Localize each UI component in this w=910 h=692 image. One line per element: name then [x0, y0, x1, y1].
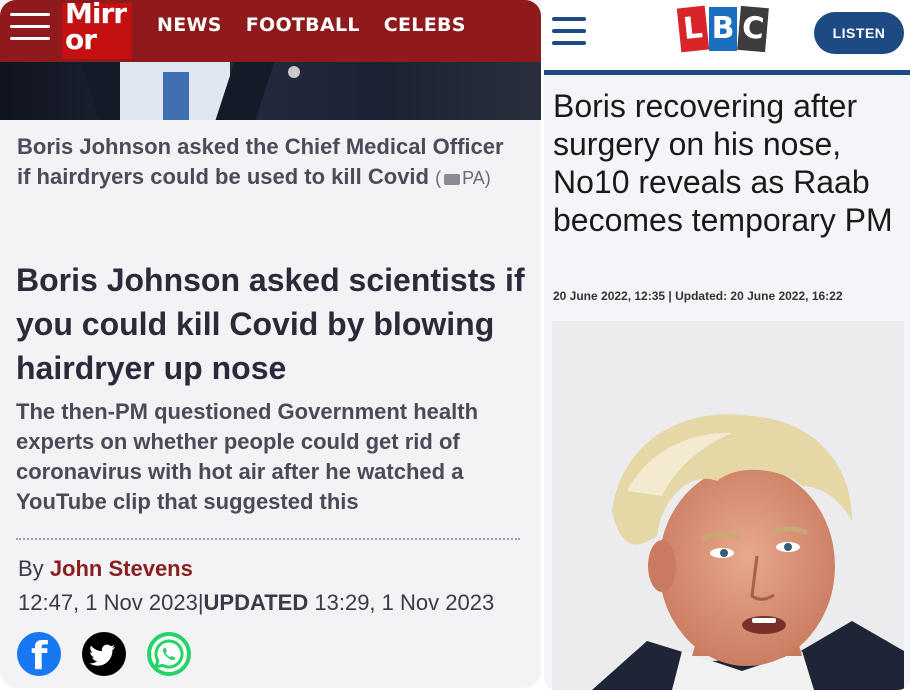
lbc-logo[interactable]: L B C: [676, 5, 769, 53]
camera-icon: [444, 174, 461, 185]
menu-icon[interactable]: [10, 13, 50, 45]
author-link[interactable]: John Stevens: [50, 556, 193, 581]
mirror-nav: NEWS FOOTBALL CELEBS: [157, 14, 466, 36]
lbc-article-panel: L B C LISTEN Boris recovering after surg…: [544, 0, 910, 690]
nav-news[interactable]: NEWS: [157, 14, 222, 36]
byline: By John Stevens: [18, 556, 193, 581]
facebook-icon[interactable]: f: [17, 632, 61, 678]
image-caption: Boris Johnson asked the Chief Medical Of…: [17, 134, 504, 189]
updated-label: UPDATED: [203, 590, 309, 615]
article-photo: [552, 321, 904, 690]
updated-time: 13:29, 1 Nov 2023: [314, 590, 495, 615]
article-headline: Boris recovering after surgery on his no…: [553, 88, 893, 238]
photo-credit: PA: [462, 168, 485, 188]
lbc-header: L B C LISTEN: [544, 0, 910, 70]
article-hero-image: [0, 62, 541, 120]
publish-dates: 12:47, 1 Nov 2023|UPDATED 13:29, 1 Nov 2…: [18, 590, 495, 615]
article-dateline: 20 June 2022, 12:35 | Updated: 20 June 2…: [553, 289, 843, 303]
mirror-article-panel: Mirr or NEWS FOOTBALL CELEBS Boris Johnso…: [0, 0, 541, 688]
twitter-icon[interactable]: [82, 632, 126, 676]
listen-button[interactable]: LISTEN: [814, 12, 904, 54]
whatsapp-icon[interactable]: [147, 632, 191, 676]
menu-icon[interactable]: [552, 17, 586, 53]
article-standfirst: The then-PM questioned Government health…: [16, 399, 479, 514]
header-rule: [544, 70, 910, 75]
nav-celebs[interactable]: CELEBS: [384, 14, 466, 36]
divider: [16, 538, 520, 540]
published-time: 12:47, 1 Nov 2023: [18, 590, 198, 615]
mirror-logo[interactable]: Mirr or: [62, 0, 132, 59]
nav-football[interactable]: FOOTBALL: [246, 14, 360, 36]
article-headline: Boris Johnson asked scientists if you co…: [16, 262, 525, 386]
mirror-header: Mirr or NEWS FOOTBALL CELEBS: [0, 0, 541, 62]
